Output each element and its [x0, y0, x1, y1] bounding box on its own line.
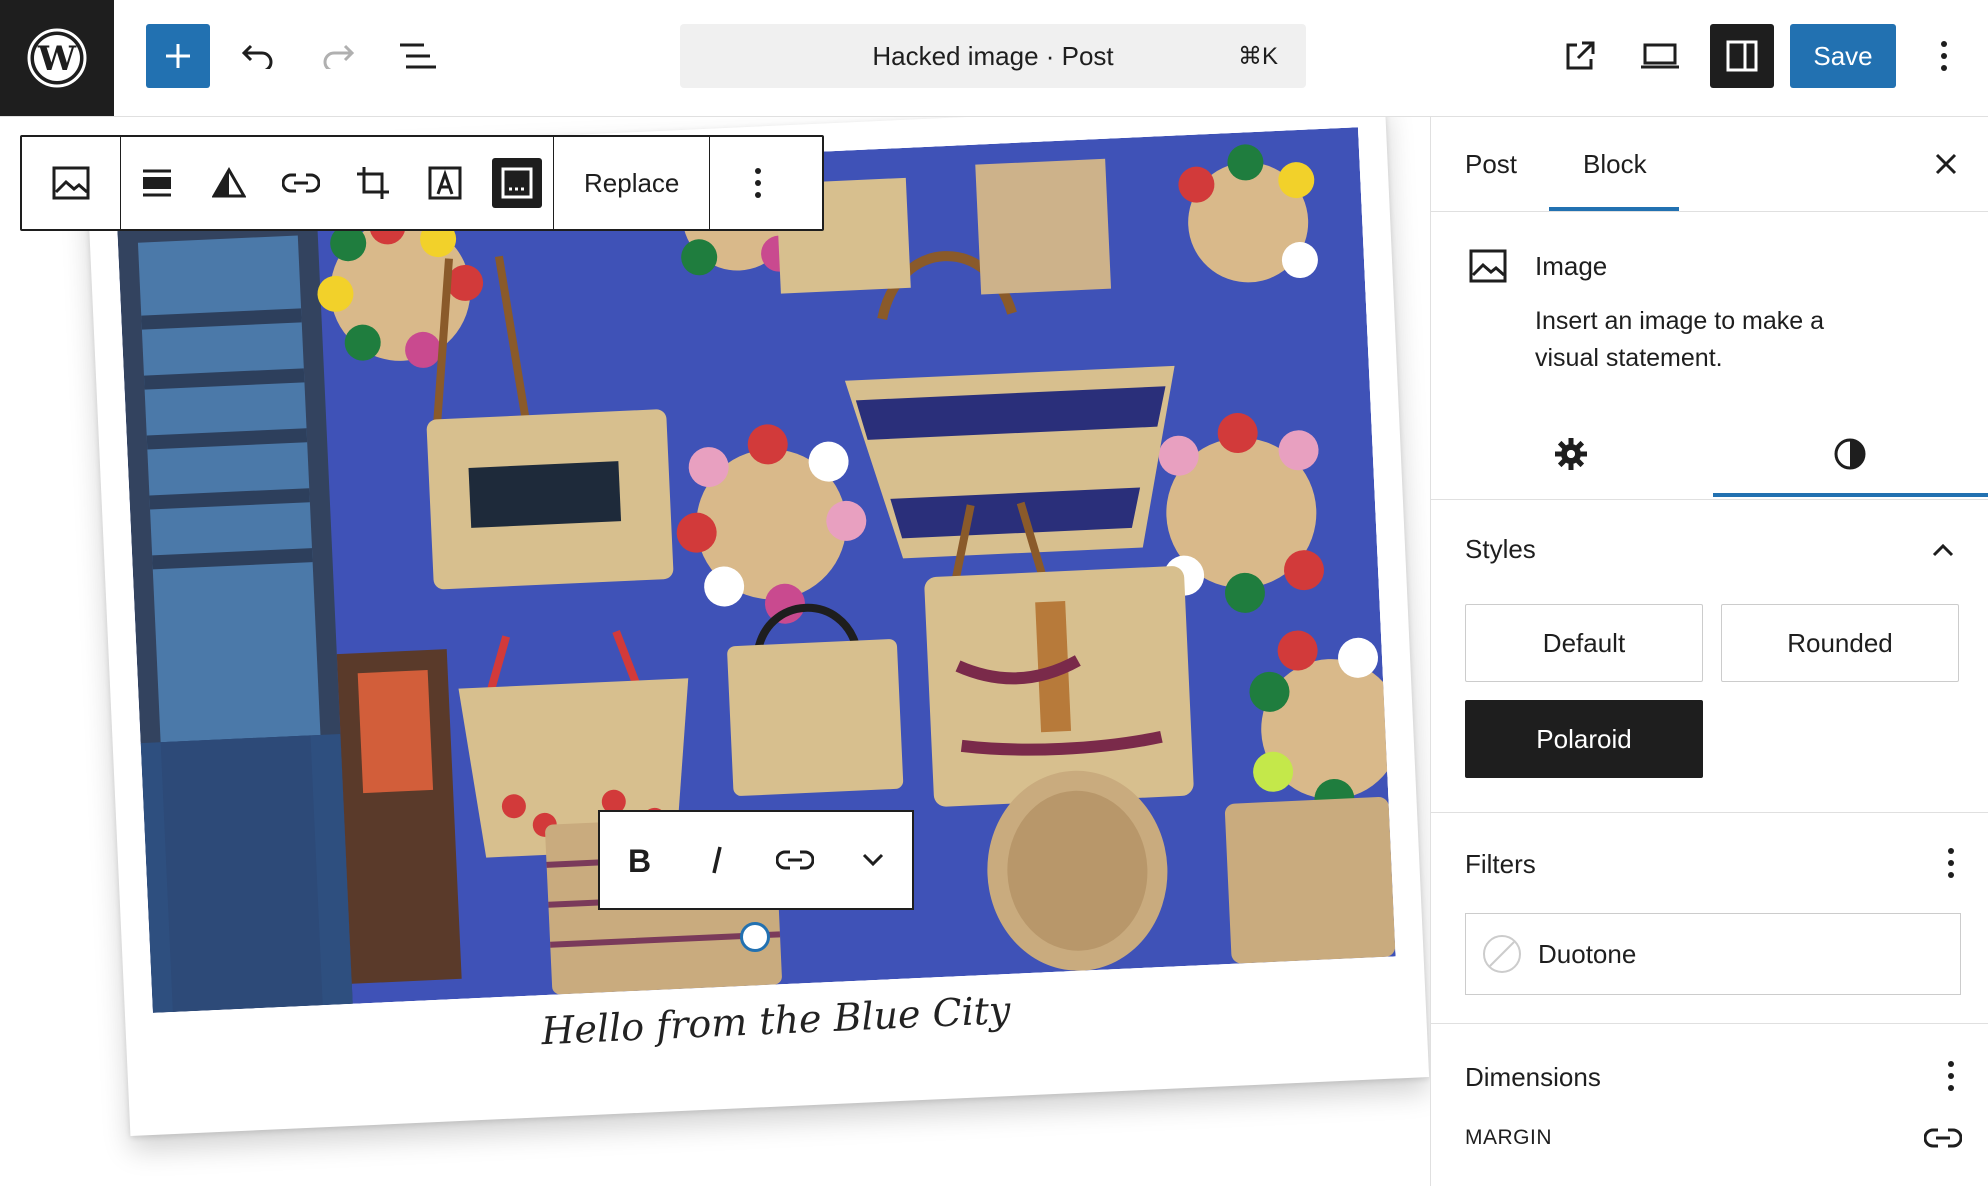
bold-button[interactable]: B: [609, 815, 669, 905]
options-menu-button[interactable]: [1914, 24, 1974, 88]
settings-sidebar: Post Block Image Insert an image to make…: [1430, 117, 1988, 1186]
align-wide-icon: [143, 169, 171, 197]
tab-block[interactable]: Block: [1583, 117, 1647, 211]
no-color-icon: [1483, 935, 1521, 973]
italic-button[interactable]: [687, 815, 747, 905]
italic-icon: [712, 846, 722, 874]
desktop-icon: [1641, 43, 1679, 69]
more-formatting-button[interactable]: [843, 815, 903, 905]
style-rounded-button[interactable]: Rounded: [1721, 604, 1959, 682]
redo-icon: [323, 44, 355, 69]
chevron-up-icon: [1932, 543, 1954, 557]
duotone-filter-icon: [212, 167, 246, 198]
bold-icon: B: [628, 844, 651, 876]
block-options-button[interactable]: [710, 137, 806, 229]
duotone-button[interactable]: [193, 137, 265, 229]
styles-title: Styles: [1465, 534, 1536, 564]
block-description-line2: visual statement.: [1535, 344, 1723, 372]
redo-button[interactable]: [306, 24, 370, 88]
image-tools-group: [121, 137, 554, 229]
insert-link-button[interactable]: [265, 137, 337, 229]
document-title: Hacked image · Post: [872, 40, 1114, 71]
filters-title: Filters: [1465, 849, 1536, 879]
block-description-line1: Insert an image to make a: [1535, 307, 1825, 335]
duotone-label: Duotone: [1538, 938, 1637, 969]
more-vertical-icon: [755, 168, 762, 198]
settings-tab[interactable]: [1431, 411, 1710, 497]
link-icon: [776, 850, 814, 870]
styles-collapse-button[interactable]: [1923, 530, 1963, 570]
align-button[interactable]: [121, 137, 193, 229]
link-icon: [1924, 1128, 1962, 1148]
editor-canvas: Hello from the Blue City: [0, 117, 1430, 1186]
caption-icon: [492, 158, 542, 208]
settings-toggle-button[interactable]: [1710, 24, 1774, 88]
resize-handle[interactable]: [740, 922, 770, 952]
style-polaroid-button[interactable]: Polaroid: [1465, 700, 1703, 778]
styles-panel: Styles Default Rounded Polaroid: [1431, 500, 1988, 813]
text-over-image-icon: [428, 166, 462, 200]
tab-post[interactable]: Post: [1465, 117, 1517, 211]
crop-button[interactable]: [337, 137, 409, 229]
margin-link-sides-button[interactable]: [1921, 1118, 1965, 1158]
device-preview-button[interactable]: [1628, 24, 1692, 88]
command-shortcut: ⌘K: [1237, 43, 1278, 70]
undo-icon: [241, 44, 273, 69]
styles-tab[interactable]: [1710, 411, 1988, 497]
undo-button[interactable]: [226, 24, 290, 88]
svg-text:W: W: [37, 39, 77, 79]
editor-top-bar: W Hacked image · Post ⌘K Save: [0, 0, 1988, 117]
replace-group: Replace: [554, 137, 711, 229]
save-button[interactable]: Save: [1790, 24, 1896, 88]
dimensions-title: Dimensions: [1465, 1062, 1601, 1092]
dimensions-panel: Dimensions MARGIN: [1431, 1024, 1988, 1186]
external-link-icon: [1566, 41, 1595, 70]
contrast-icon: [1834, 438, 1865, 470]
plus-icon: [166, 44, 190, 68]
image-icon: [1469, 249, 1507, 283]
caption-format-toolbar: B: [598, 810, 914, 910]
sidebar-tabs: Post Block: [1431, 117, 1988, 212]
close-sidebar-button[interactable]: [1923, 141, 1969, 187]
more-vertical-icon: [1941, 41, 1947, 71]
chevron-down-icon: [862, 853, 884, 867]
link-icon: [282, 173, 320, 193]
image-block-polaroid[interactable]: Hello from the Blue City: [86, 117, 1430, 1136]
more-options-group: [710, 137, 806, 229]
svg-text:B: B: [628, 844, 651, 876]
gear-icon: [1554, 438, 1587, 470]
add-block-button[interactable]: [146, 24, 210, 88]
caption-toggle-button[interactable]: [481, 137, 553, 229]
style-default-button[interactable]: Default: [1465, 604, 1703, 682]
margin-label: MARGIN: [1465, 1126, 1552, 1149]
close-icon: [1935, 153, 1957, 175]
more-vertical-icon: [1948, 1061, 1954, 1091]
document-overview-button[interactable]: [386, 24, 450, 88]
block-description: Insert an image to make a visual stateme…: [1535, 303, 1824, 377]
wordpress-logo-icon: W: [27, 28, 87, 88]
active-subtab-indicator: [1713, 493, 1988, 497]
filters-panel: Filters Duotone: [1431, 813, 1988, 1024]
block-type-switcher[interactable]: [22, 137, 120, 229]
duotone-control[interactable]: Duotone: [1465, 913, 1961, 995]
wordpress-logo-button[interactable]: W: [0, 0, 114, 116]
block-card: Image Insert an image to make a visual s…: [1431, 211, 1988, 500]
block-toolbar: Replace: [20, 135, 824, 231]
crop-icon: [357, 167, 389, 199]
add-text-over-image-button[interactable]: [409, 137, 481, 229]
block-title: Image: [1535, 251, 1608, 281]
image-icon: [52, 166, 90, 200]
view-post-button[interactable]: [1548, 24, 1612, 88]
more-vertical-icon: [1948, 848, 1954, 878]
sidebar-icon: [1726, 40, 1758, 72]
replace-button[interactable]: Replace: [554, 137, 709, 229]
block-switcher-group: [22, 137, 121, 229]
command-palette-bar[interactable]: Hacked image · Post ⌘K: [680, 24, 1306, 88]
caption-link-button[interactable]: [765, 815, 825, 905]
filters-options-button[interactable]: [1931, 843, 1971, 883]
dimensions-options-button[interactable]: [1931, 1056, 1971, 1096]
list-view-icon: [400, 43, 436, 69]
